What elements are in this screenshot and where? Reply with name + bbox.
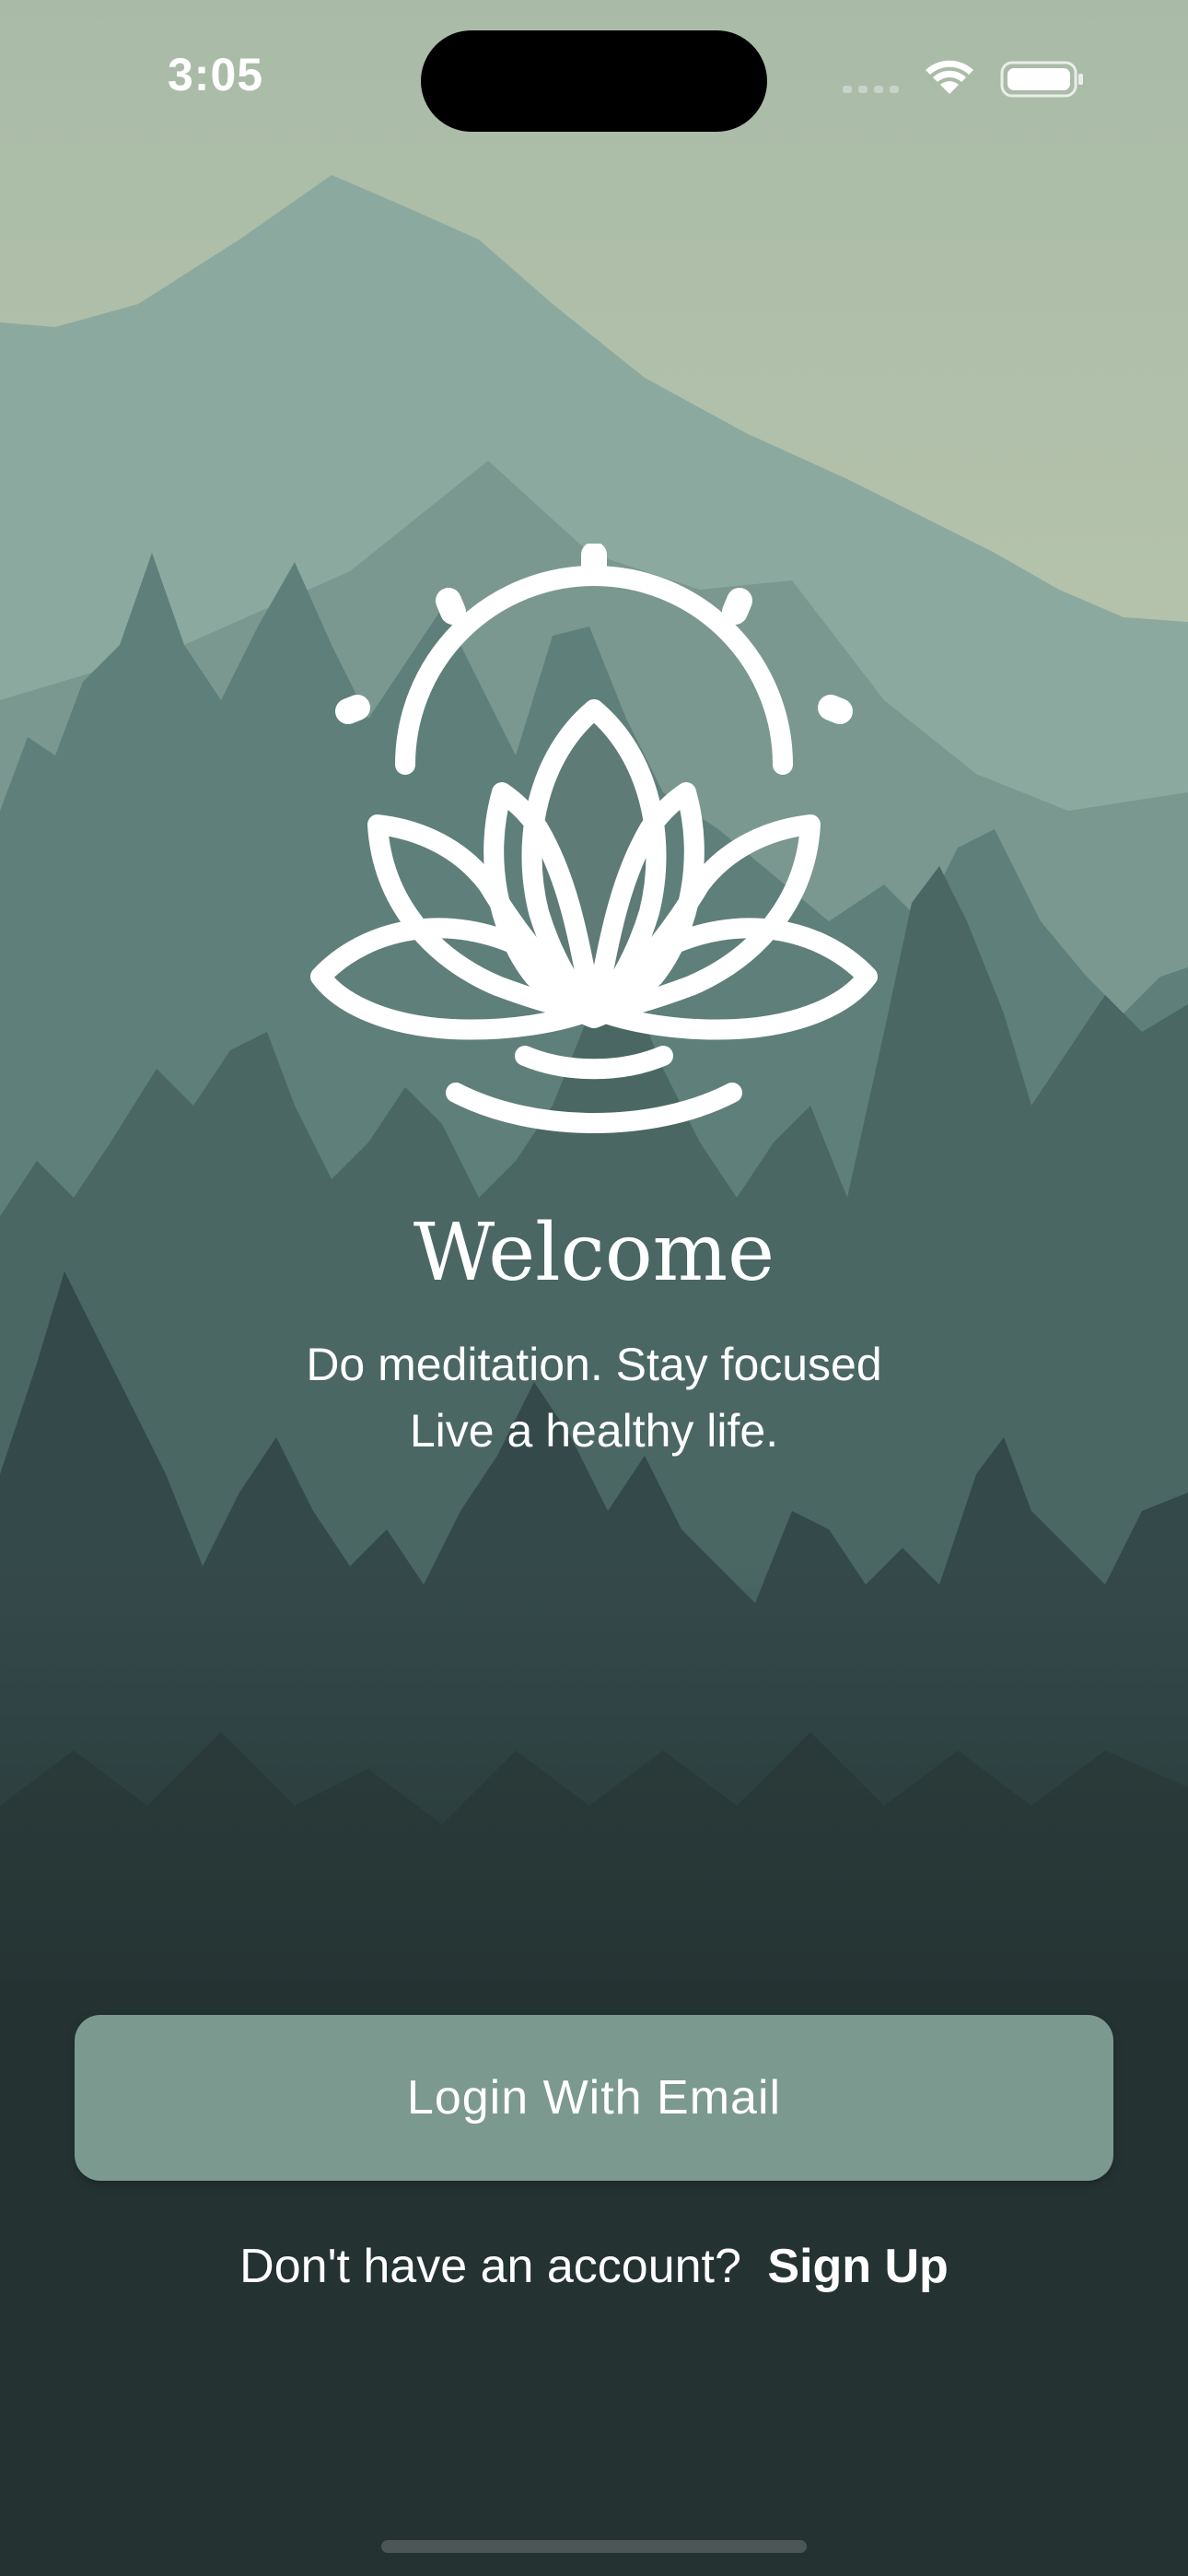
status-icons [843, 60, 1083, 98]
welcome-subtitle-line2: Live a healthy life. [409, 1405, 779, 1457]
signup-prompt: Don't have an account? [239, 2240, 741, 2293]
signup-link[interactable]: Sign Up [767, 2240, 948, 2293]
battery-icon [1000, 61, 1083, 98]
login-button-label: Login With Email [406, 2071, 782, 2125]
home-indicator[interactable] [381, 2540, 807, 2553]
wifi-icon [926, 60, 973, 94]
welcome-title: Welcome [413, 1207, 775, 1299]
lotus-sun-icon [310, 544, 878, 1133]
welcome-screen: 3:05 Welcome Do meditation. Stay focused… [0, 0, 1188, 2576]
login-with-email-button[interactable]: Login With Email [75, 2015, 1113, 2181]
cellular-signal-icon [843, 86, 899, 93]
dynamic-island [421, 30, 767, 132]
status-bar: 3:05 [0, 0, 1188, 157]
status-time: 3:05 [168, 49, 264, 100]
signup-row: Don't have an account? Sign Up [0, 2239, 1188, 2294]
welcome-subtitle-line1: Do meditation. Stay focused [306, 1339, 882, 1390]
